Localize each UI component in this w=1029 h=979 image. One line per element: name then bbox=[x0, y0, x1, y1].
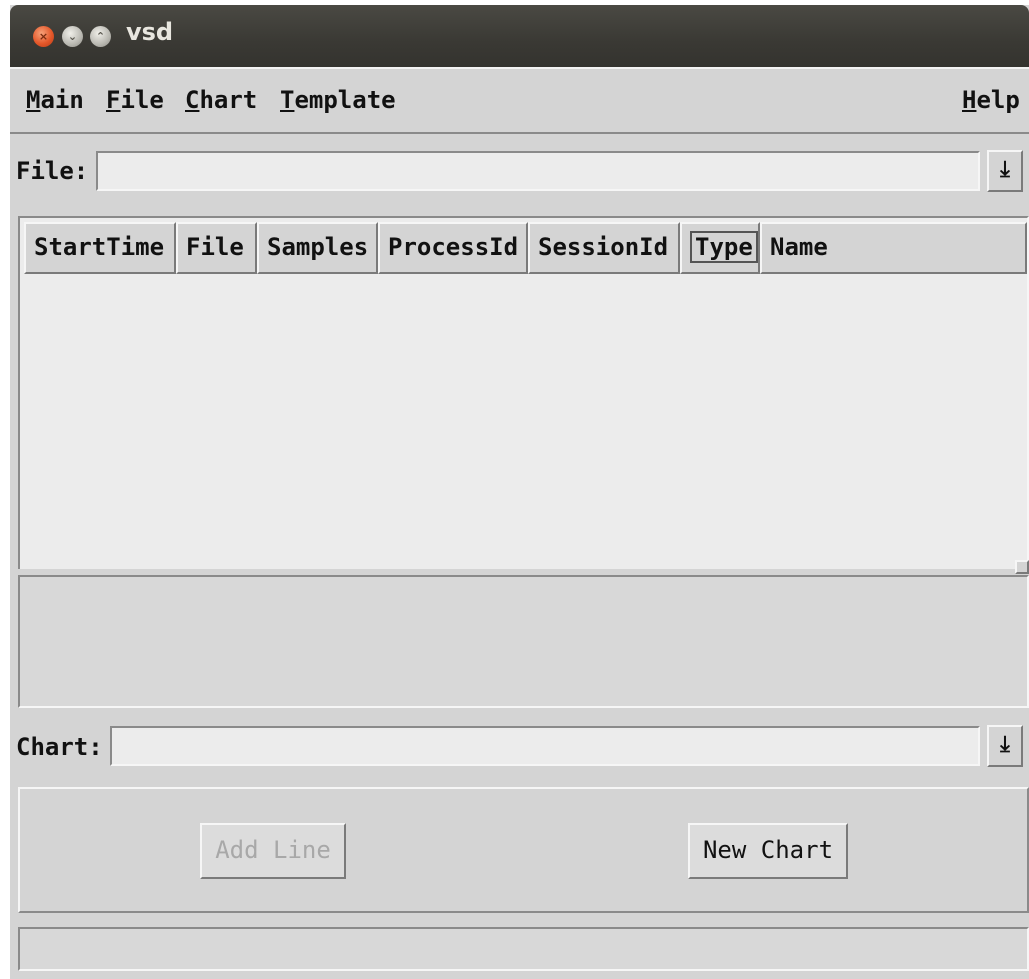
chart-combobox[interactable] bbox=[110, 726, 980, 766]
file-label: File: bbox=[16, 157, 89, 185]
column-header-processid[interactable]: ProcessId bbox=[378, 222, 528, 274]
add-line-button[interactable]: Add Line bbox=[200, 823, 346, 879]
chart-dropdown-button[interactable]: ⤓ bbox=[987, 725, 1023, 767]
column-header-file[interactable]: File bbox=[176, 222, 257, 274]
menu-chart-mnemonic: C bbox=[185, 86, 200, 114]
minimize-window-button[interactable]: ⌄ bbox=[62, 26, 83, 47]
minimize-icon: ⌄ bbox=[67, 30, 78, 43]
menu-main[interactable]: Main bbox=[26, 85, 84, 115]
menu-bar: Main File Chart Template Help bbox=[10, 67, 1029, 134]
menu-help-mnemonic: H bbox=[962, 86, 977, 114]
vsd-window: × ⌄ ⌃ vsd Main File Chart Template Help … bbox=[10, 5, 1029, 979]
sample-table[interactable]: StartTime File Samples ProcessId Session… bbox=[18, 216, 1029, 571]
chart-label: Chart: bbox=[16, 733, 103, 761]
table-header: StartTime File Samples ProcessId Session… bbox=[24, 222, 1027, 274]
maximize-icon: ⌃ bbox=[95, 30, 106, 43]
menu-file[interactable]: File bbox=[106, 85, 164, 115]
close-window-button[interactable]: × bbox=[33, 26, 54, 47]
column-header-name[interactable]: Name bbox=[760, 222, 1027, 274]
button-panel: Add Line New Chart bbox=[18, 787, 1029, 913]
menu-template[interactable]: Template bbox=[280, 85, 396, 115]
file-combobox[interactable] bbox=[96, 151, 980, 191]
menu-chart[interactable]: Chart bbox=[185, 85, 257, 115]
download-arrow-icon: ⤓ bbox=[1000, 157, 1010, 182]
menu-main-label: ain bbox=[40, 86, 84, 114]
menu-chart-label: hart bbox=[199, 86, 258, 114]
status-bar bbox=[18, 927, 1029, 971]
menu-template-label: emplate bbox=[294, 86, 396, 114]
maximize-window-button[interactable]: ⌃ bbox=[90, 26, 111, 47]
column-header-samples[interactable]: Samples bbox=[257, 222, 378, 274]
new-chart-button[interactable]: New Chart bbox=[688, 823, 848, 879]
close-icon: × bbox=[38, 30, 49, 43]
splitter-handle[interactable] bbox=[1015, 560, 1029, 574]
menu-help-label: elp bbox=[976, 86, 1020, 114]
menu-file-label: ile bbox=[120, 86, 164, 114]
download-arrow-icon: ⤓ bbox=[1000, 732, 1010, 757]
column-header-type[interactable]: Type bbox=[680, 222, 760, 274]
column-header-type-label: Type bbox=[690, 231, 758, 263]
file-dropdown-button[interactable]: ⤓ bbox=[987, 150, 1023, 192]
column-header-starttime[interactable]: StartTime bbox=[24, 222, 176, 274]
detail-pane bbox=[18, 575, 1029, 708]
menu-file-mnemonic: F bbox=[106, 86, 121, 114]
title-bar: × ⌄ ⌃ vsd bbox=[10, 5, 1029, 67]
menu-template-mnemonic: T bbox=[280, 86, 295, 114]
window-title: vsd bbox=[126, 18, 174, 46]
menu-help[interactable]: Help bbox=[962, 85, 1020, 115]
column-header-sessionid[interactable]: SessionId bbox=[528, 222, 680, 274]
menu-main-mnemonic: M bbox=[26, 86, 41, 114]
